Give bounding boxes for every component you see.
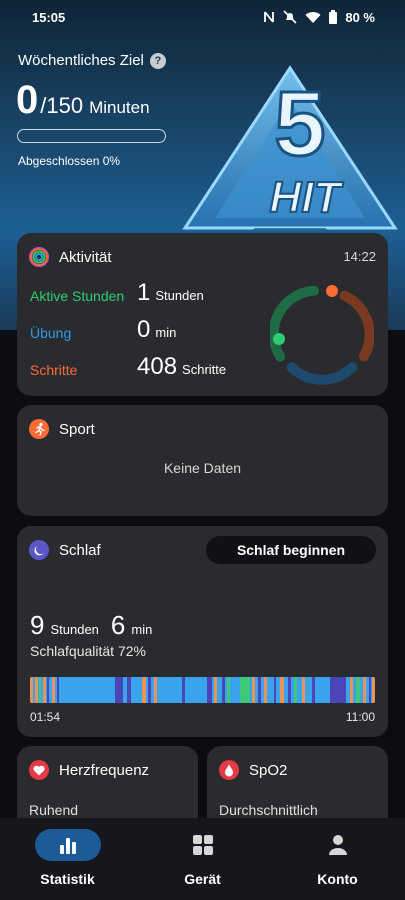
- weekly-goal-values: 0 /150 Minuten: [16, 78, 150, 123]
- activity-rings-icon: [29, 247, 49, 267]
- active-hours-progress-dot: [273, 333, 285, 345]
- weekly-goal-progress-bar: [17, 129, 166, 143]
- sleep-title: Schlaf: [59, 541, 101, 559]
- running-icon: [29, 419, 49, 439]
- nfc-icon: [264, 11, 275, 23]
- svg-text:5: 5: [274, 73, 325, 175]
- sleep-card-header: Schlaf: [29, 540, 101, 560]
- sleep-minutes: 6: [110, 610, 126, 640]
- sport-title: Sport: [59, 420, 95, 438]
- spo2-title: SpO2: [249, 761, 288, 779]
- sport-card[interactable]: Sport Keine Daten: [17, 405, 388, 516]
- exercise-unit: min: [155, 325, 177, 340]
- sleep-minutes-unit: min: [131, 622, 153, 637]
- nav-geraet-icon-wrap: [170, 829, 236, 861]
- heart-rate-card-header: Herzfrequenz: [29, 760, 149, 780]
- nav-konto-label: Konto: [317, 871, 358, 887]
- wifi-icon: [305, 11, 321, 23]
- activity-card-header: Aktivität: [29, 247, 112, 267]
- sleep-quality: Schlafqualität 72%: [30, 643, 146, 659]
- exercise-label: Übung: [30, 325, 72, 341]
- heart-rate-title: Herzfrequenz: [59, 761, 150, 779]
- battery-percentage: 80 %: [345, 9, 375, 25]
- hit-badge-illustration: 5 HIT: [182, 65, 398, 238]
- steps-label: Schritte: [30, 362, 78, 378]
- nav-geraet[interactable]: Gerät: [135, 818, 270, 900]
- active-hours-value: 1 Stunden: [137, 279, 204, 307]
- battery-icon: [329, 10, 338, 24]
- activity-card[interactable]: Aktivität 14:22 Aktive Stunden 1 Stunden…: [17, 233, 388, 396]
- nav-active-indicator: [34, 829, 101, 861]
- nav-statistik-label: Statistik: [40, 871, 95, 887]
- nav-statistik[interactable]: Statistik: [0, 818, 135, 900]
- weekly-goal-unit: Minuten: [89, 98, 150, 117]
- moon-icon: [29, 540, 49, 560]
- sleep-stage-bar: [30, 677, 375, 703]
- nav-konto[interactable]: Konto: [270, 818, 405, 900]
- weekly-goal-completed: Abgeschlossen 0%: [18, 154, 121, 168]
- spo2-card-header: SpO2: [219, 760, 287, 780]
- nav-konto-icon-wrap: [305, 829, 371, 861]
- svg-text:HIT: HIT: [270, 173, 344, 222]
- mute-bell-icon: [283, 10, 297, 24]
- exercise-value: 0 min: [137, 316, 176, 344]
- heart-icon: [29, 760, 49, 780]
- weekly-goal-label: Wöchentliches Ziel: [18, 52, 144, 69]
- activity-time: 14:22: [343, 249, 376, 264]
- heart-rate-sub: Ruhend: [29, 802, 79, 818]
- activity-ring-chart: [270, 285, 374, 385]
- grid-icon: [192, 835, 213, 855]
- status-bar: 15:05 80 %: [0, 0, 405, 34]
- active-hours-label: Aktive Stunden: [30, 288, 125, 304]
- status-time: 15:05: [32, 9, 66, 25]
- sleep-start-time: 01:54: [30, 710, 61, 724]
- active-hours-unit: Stunden: [155, 288, 204, 303]
- steps-value: 408 Schritte: [137, 353, 226, 381]
- weekly-goal-total: /150: [40, 93, 84, 118]
- start-sleep-button[interactable]: Schlaf beginnen: [206, 536, 376, 564]
- spo2-sub: Durchschnittlich: [219, 802, 318, 818]
- steps-number: 408: [137, 353, 178, 380]
- person-icon: [328, 835, 347, 855]
- activity-title: Aktivität: [59, 248, 112, 266]
- sleep-hours-unit: Stunden: [50, 622, 99, 637]
- bar-chart-icon: [59, 838, 76, 854]
- steps-progress-dot: [326, 285, 338, 297]
- active-hours-number: 1: [137, 279, 151, 306]
- exercise-number: 0: [137, 316, 151, 343]
- sleep-end-time: 11:00: [345, 710, 375, 724]
- nav-geraet-label: Gerät: [184, 871, 221, 887]
- sport-no-data: Keine Daten: [163, 460, 242, 476]
- steps-unit: Schritte: [182, 362, 227, 377]
- sport-card-header: Sport: [29, 419, 95, 439]
- weekly-goal-current: 0: [16, 78, 39, 122]
- bottom-navigation: Statistik Gerät Konto: [0, 818, 405, 900]
- sleep-hours: 9: [30, 610, 45, 640]
- blood-drop-icon: [219, 760, 239, 780]
- sleep-duration: 9 Stunden 6 min: [30, 610, 152, 641]
- sleep-card[interactable]: Schlaf Schlaf beginnen 9 Stunden 6 min S…: [17, 526, 388, 737]
- weekly-goal-title: Wöchentliches Ziel ?: [18, 52, 166, 69]
- help-icon[interactable]: ?: [149, 52, 166, 69]
